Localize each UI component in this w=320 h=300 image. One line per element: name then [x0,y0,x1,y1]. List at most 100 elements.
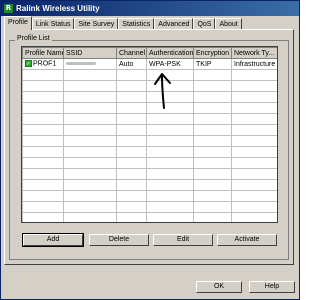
window-title: Ralink Wireless Utility [16,4,100,13]
table-row-empty [22,168,277,180]
table-cell-empty [63,201,117,213]
tab-profile[interactable]: Profile [4,16,32,30]
table-cell-empty [63,135,117,147]
table-cell-empty [146,113,194,125]
column-header-profile-name[interactable]: Profile Name [22,47,64,59]
table-cell-empty [63,91,117,103]
column-header-encryption[interactable]: Encryption [193,47,232,59]
ok-button[interactable]: OK [196,281,242,293]
table-cell-empty [193,157,232,169]
table-row-empty [22,179,277,191]
column-header-authentication[interactable]: Authentication [146,47,194,59]
table-row-empty [22,201,277,213]
delete-button[interactable]: Delete [89,234,149,246]
table-cell-empty [193,124,232,136]
connected-check-icon: ✓ [25,60,32,68]
table-cell-empty [146,190,194,202]
table-cell-empty [231,212,277,222]
table-cell-empty [22,80,64,92]
table-cell-empty [22,135,64,147]
table-cell-empty [193,69,232,81]
column-header-network-type[interactable]: Network Ty... [231,47,277,59]
table-header-row: Profile Name SSID Channel Authentication… [22,47,277,59]
table-cell-empty [116,80,147,92]
table-cell-empty [22,168,64,180]
column-header-channel[interactable]: Channel [116,47,147,59]
table-cell-empty [116,201,147,213]
table-cell-empty [22,146,64,158]
table-cell-empty [231,124,277,136]
table-row-empty [22,212,277,222]
tab-strip: Profile Link Status Site Survey Statisti… [4,16,242,30]
table-row-empty [22,113,277,125]
table-cell-empty [193,80,232,92]
table-cell-empty [116,124,147,136]
title-bar[interactable]: R Ralink Wireless Utility [1,1,299,16]
table-cell-empty [231,201,277,213]
table-row-empty [22,190,277,202]
table-row-empty [22,157,277,169]
table-row-empty [22,135,277,147]
table-cell-empty [146,201,194,213]
cell-network-type[interactable]: Infrastructure [231,58,277,70]
table-row-empty [22,146,277,158]
table-cell-empty [146,157,194,169]
table-cell-empty [231,179,277,191]
table-cell-empty [193,91,232,103]
cell-ssid[interactable] [63,58,117,70]
table-cell-empty [193,212,232,222]
cell-authentication[interactable]: WPA-PSK [146,58,194,70]
table-row-empty [22,124,277,136]
table-cell-empty [231,146,277,158]
table-cell-empty [146,135,194,147]
table-cell-empty [63,80,117,92]
table-cell-empty [116,146,147,158]
table-cell-empty [22,91,64,103]
table-cell-empty [193,113,232,125]
table-cell-empty [231,80,277,92]
table-cell-empty [22,124,64,136]
table-cell-empty [193,135,232,147]
table-cell-empty [63,212,117,222]
table-cell-empty [63,146,117,158]
cell-encryption[interactable]: TKIP [193,58,232,70]
cell-channel[interactable]: Auto [116,58,147,70]
table-cell-empty [63,113,117,125]
table-cell-empty [22,157,64,169]
table-cell-empty [22,190,64,202]
ralink-app-icon: R [4,4,13,13]
profile-name-text: PROF1 [33,60,57,68]
table-cell-empty [22,102,64,114]
table-cell-empty [22,113,64,125]
table-cell-empty [116,91,147,103]
table-cell-empty [116,179,147,191]
activate-button[interactable]: Activate [217,234,277,246]
table-row[interactable]: ✓ PROF1 Auto WPA-PSK TKIP Infrastructure [22,58,277,70]
column-header-ssid[interactable]: SSID [63,47,117,59]
table-cell-empty [193,102,232,114]
table-cell-empty [231,91,277,103]
help-button[interactable]: Help [249,281,295,293]
table-cell-empty [231,102,277,114]
table-cell-empty [116,168,147,180]
table-cell-empty [63,179,117,191]
table-cell-empty [193,168,232,180]
add-button[interactable]: Add [22,233,84,247]
cell-profile-name[interactable]: ✓ PROF1 [22,58,64,70]
table-cell-empty [22,69,64,81]
table-cell-empty [146,146,194,158]
table-cell-empty [193,179,232,191]
profile-list-label: Profile List [15,35,52,42]
table-cell-empty [116,212,147,222]
table-cell-empty [22,179,64,191]
table-cell-empty [22,212,64,222]
table-cell-empty [231,135,277,147]
table-cell-empty [193,146,232,158]
table-cell-empty [63,124,117,136]
table-cell-empty [146,179,194,191]
table-cell-empty [63,190,117,202]
table-cell-empty [63,69,117,81]
table-cell-empty [22,201,64,213]
table-cell-empty [231,69,277,81]
edit-button[interactable]: Edit [153,234,213,246]
